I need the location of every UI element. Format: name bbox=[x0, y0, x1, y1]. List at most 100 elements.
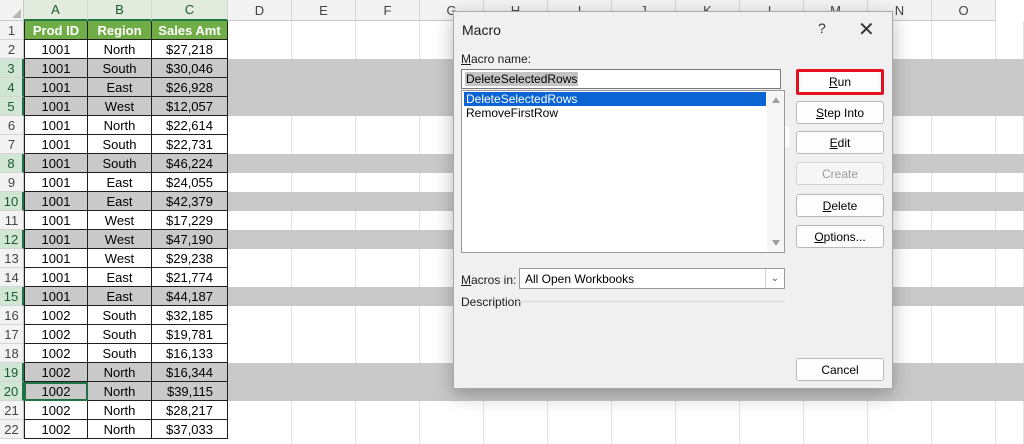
table-cell[interactable]: South bbox=[88, 344, 152, 363]
table-cell[interactable]: 1001 bbox=[24, 173, 88, 192]
row-header[interactable]: 22 bbox=[0, 420, 24, 439]
table-cell[interactable]: 1001 bbox=[24, 230, 88, 249]
table-cell[interactable]: South bbox=[88, 325, 152, 344]
row-header[interactable]: 13 bbox=[0, 249, 24, 268]
table-cell[interactable]: West bbox=[88, 97, 152, 116]
table-cell[interactable]: 1001 bbox=[24, 287, 88, 306]
table-cell[interactable]: South bbox=[88, 306, 152, 325]
table-cell[interactable]: $32,185 bbox=[152, 306, 228, 325]
table-cell[interactable]: West bbox=[88, 249, 152, 268]
table-cell[interactable]: East bbox=[88, 287, 152, 306]
row-header[interactable]: 4 bbox=[0, 78, 24, 97]
table-cell[interactable]: $30,046 bbox=[152, 59, 228, 78]
column-header-a[interactable]: A bbox=[24, 0, 88, 21]
table-cell[interactable]: North bbox=[88, 382, 152, 401]
table-cell[interactable]: East bbox=[88, 192, 152, 211]
table-cell[interactable]: West bbox=[88, 211, 152, 230]
macro-list-item[interactable]: DeleteSelectedRows bbox=[464, 92, 766, 106]
table-cell[interactable]: 1002 bbox=[24, 344, 88, 363]
table-cell[interactable]: South bbox=[88, 59, 152, 78]
scroll-down-icon[interactable] bbox=[772, 240, 780, 246]
table-cell[interactable]: $28,217 bbox=[152, 401, 228, 420]
table-cell[interactable]: $24,055 bbox=[152, 173, 228, 192]
row-header[interactable]: 17 bbox=[0, 325, 24, 344]
table-cell[interactable]: 1001 bbox=[24, 135, 88, 154]
table-cell[interactable]: 1002 bbox=[24, 325, 88, 344]
table-cell[interactable]: $47,190 bbox=[152, 230, 228, 249]
table-cell[interactable]: $22,731 bbox=[152, 135, 228, 154]
table-cell[interactable]: South bbox=[88, 135, 152, 154]
row-header[interactable]: 7 bbox=[0, 135, 24, 154]
row-header[interactable]: 10 bbox=[0, 192, 24, 211]
column-header-e[interactable]: E bbox=[292, 0, 356, 21]
table-cell[interactable]: $26,928 bbox=[152, 78, 228, 97]
table-cell[interactable]: North bbox=[88, 420, 152, 439]
table-cell[interactable]: 1002 bbox=[24, 401, 88, 420]
table-cell[interactable]: 1002 bbox=[24, 382, 88, 401]
macro-list-scrollbar[interactable] bbox=[767, 91, 784, 252]
table-cell[interactable]: North bbox=[88, 363, 152, 382]
row-header[interactable]: 9 bbox=[0, 173, 24, 192]
table-cell[interactable]: $44,187 bbox=[152, 287, 228, 306]
table-cell[interactable]: $29,238 bbox=[152, 249, 228, 268]
help-button[interactable]: ? bbox=[818, 20, 826, 36]
row-header[interactable]: 8 bbox=[0, 154, 24, 173]
table-cell[interactable]: East bbox=[88, 78, 152, 97]
table-cell[interactable]: $12,057 bbox=[152, 97, 228, 116]
table-cell[interactable]: $21,774 bbox=[152, 268, 228, 287]
column-title-cell[interactable]: Sales Amt bbox=[152, 21, 228, 40]
row-header[interactable]: 2 bbox=[0, 40, 24, 59]
macro-list[interactable]: DeleteSelectedRows RemoveFirstRow bbox=[461, 90, 785, 253]
column-header-b[interactable]: B bbox=[88, 0, 152, 21]
run-button[interactable]: Run bbox=[796, 69, 884, 95]
macro-name-input[interactable]: DeleteSelectedRows ⭱ bbox=[461, 69, 789, 147]
row-header[interactable]: 19 bbox=[0, 363, 24, 382]
options-button[interactable]: Options... bbox=[796, 225, 884, 248]
table-cell[interactable]: East bbox=[88, 173, 152, 192]
row-header[interactable]: 6 bbox=[0, 116, 24, 135]
row-header[interactable]: 18 bbox=[0, 344, 24, 363]
delete-button[interactable]: Delete bbox=[796, 194, 884, 217]
table-cell[interactable]: North bbox=[88, 401, 152, 420]
table-cell[interactable]: 1001 bbox=[24, 211, 88, 230]
row-header[interactable]: 5 bbox=[0, 97, 24, 116]
table-cell[interactable]: $39,115 bbox=[152, 382, 228, 401]
table-cell[interactable]: 1001 bbox=[24, 192, 88, 211]
table-cell[interactable]: $46,224 bbox=[152, 154, 228, 173]
column-header-d[interactable]: D bbox=[228, 0, 292, 21]
row-header[interactable]: 12 bbox=[0, 230, 24, 249]
table-cell[interactable]: 1001 bbox=[24, 59, 88, 78]
step-into-button[interactable]: Step Into bbox=[796, 101, 884, 124]
column-header-c[interactable]: C bbox=[152, 0, 228, 21]
edit-button[interactable]: Edit bbox=[796, 131, 884, 154]
column-header-f[interactable]: F bbox=[356, 0, 420, 21]
table-cell[interactable]: 1001 bbox=[24, 249, 88, 268]
table-cell[interactable]: 1001 bbox=[24, 97, 88, 116]
table-cell[interactable]: 1001 bbox=[24, 268, 88, 287]
macros-in-select[interactable]: All Open Workbooks ⌄ bbox=[519, 268, 785, 289]
table-cell[interactable]: 1002 bbox=[24, 306, 88, 325]
table-cell[interactable]: $16,344 bbox=[152, 363, 228, 382]
row-header[interactable]: 21 bbox=[0, 401, 24, 420]
table-cell[interactable]: 1001 bbox=[24, 78, 88, 97]
table-cell[interactable]: West bbox=[88, 230, 152, 249]
row-header[interactable]: 16 bbox=[0, 306, 24, 325]
row-header[interactable]: 3 bbox=[0, 59, 24, 78]
table-cell[interactable]: 1002 bbox=[24, 363, 88, 382]
table-cell[interactable]: East bbox=[88, 268, 152, 287]
row-header[interactable]: 15 bbox=[0, 287, 24, 306]
cancel-button[interactable]: Cancel bbox=[796, 358, 884, 381]
column-title-cell[interactable]: Prod ID bbox=[24, 21, 88, 40]
table-cell[interactable]: South bbox=[88, 154, 152, 173]
macro-list-item[interactable]: RemoveFirstRow bbox=[464, 106, 766, 120]
table-cell[interactable]: 1001 bbox=[24, 40, 88, 59]
table-cell[interactable]: $27,218 bbox=[152, 40, 228, 59]
table-cell[interactable]: 1002 bbox=[24, 420, 88, 439]
table-cell[interactable]: North bbox=[88, 40, 152, 59]
table-cell[interactable]: $22,614 bbox=[152, 116, 228, 135]
table-cell[interactable]: 1001 bbox=[24, 116, 88, 135]
column-header-o[interactable]: O bbox=[932, 0, 996, 21]
row-header[interactable]: 1 bbox=[0, 21, 24, 40]
table-cell[interactable]: 1001 bbox=[24, 154, 88, 173]
row-header[interactable]: 11 bbox=[0, 211, 24, 230]
